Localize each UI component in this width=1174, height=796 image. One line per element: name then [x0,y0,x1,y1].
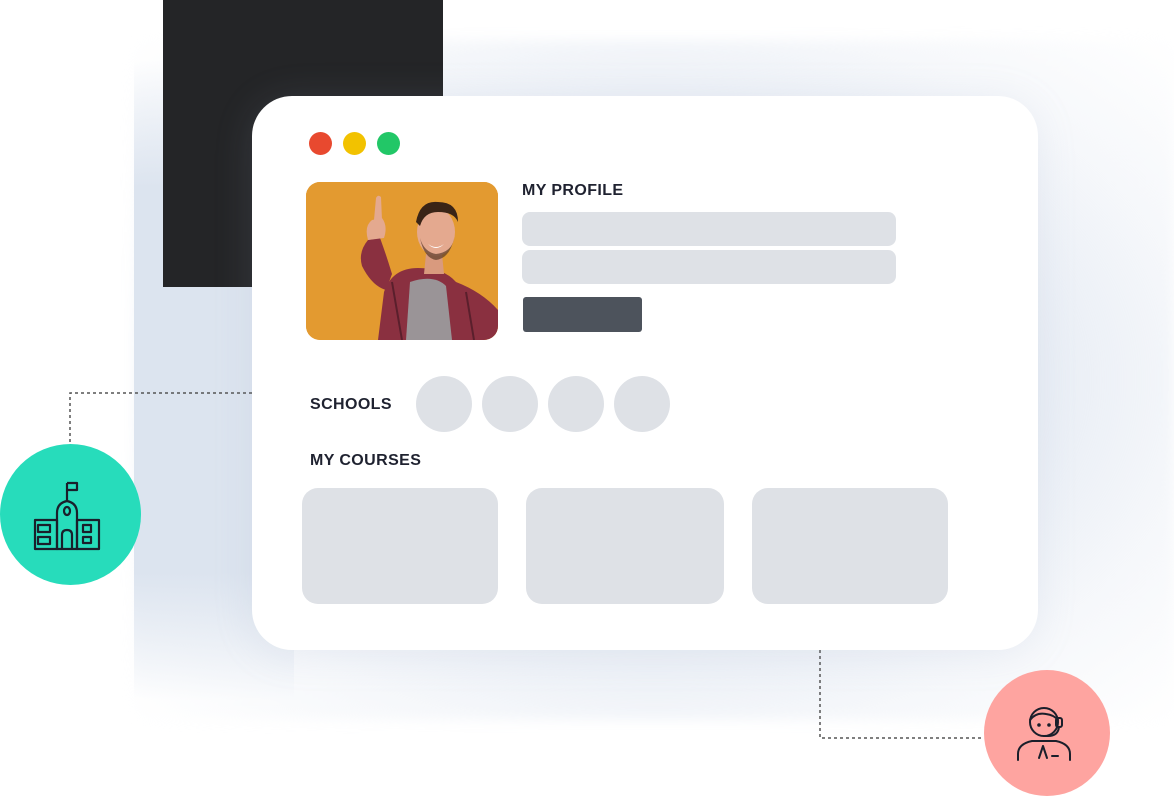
close-button[interactable] [309,132,332,155]
schools-list [416,376,670,432]
profile-action-button[interactable] [523,297,642,332]
school-avatar-placeholder[interactable] [548,376,604,432]
profile-photo [306,182,498,340]
course-card-placeholder[interactable] [526,488,724,604]
profile-heading: MY PROFILE [522,182,624,199]
schools-heading: SCHOOLS [310,396,392,413]
school-avatar-placeholder[interactable] [614,376,670,432]
minimize-button[interactable] [343,132,366,155]
school-badge [0,444,141,585]
course-card-placeholder[interactable] [752,488,948,604]
profile-field-placeholder[interactable] [522,250,896,284]
school-building-icon [33,481,100,550]
support-agent-icon [1017,707,1071,761]
support-badge [984,670,1110,796]
app-window: MY PROFILE SCHOOLS MY COURSES [252,96,1038,650]
profile-field-placeholder[interactable] [522,212,896,246]
maximize-button[interactable] [377,132,400,155]
window-controls [309,132,400,155]
school-avatar-placeholder[interactable] [416,376,472,432]
school-avatar-placeholder[interactable] [482,376,538,432]
course-card-placeholder[interactable] [302,488,498,604]
courses-heading: MY COURSES [310,452,422,469]
